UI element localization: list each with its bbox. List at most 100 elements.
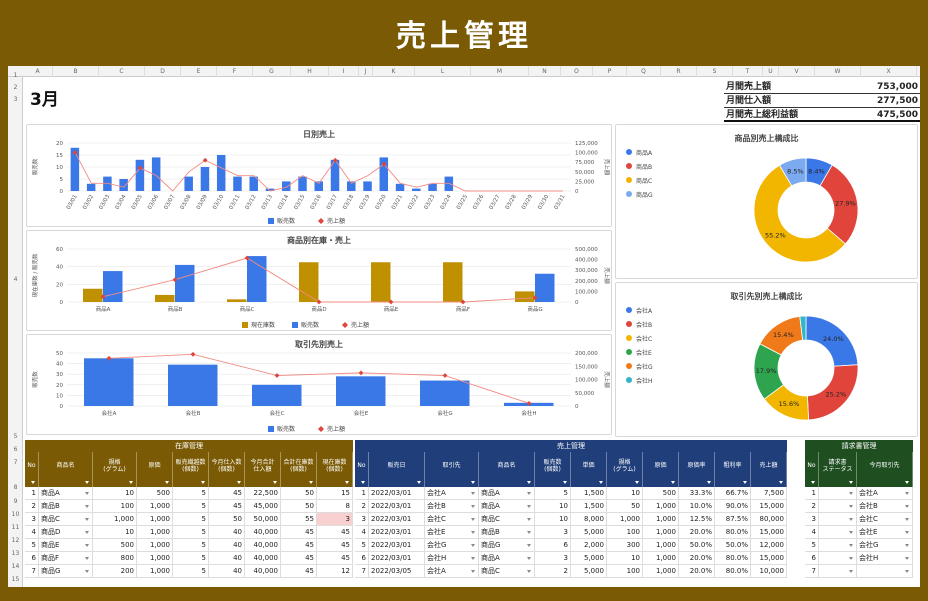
column-header-cell[interactable]: 商品名 (39, 452, 93, 479)
table-cell[interactable]: 45,000 (245, 500, 281, 512)
column-header[interactable]: G (253, 66, 291, 77)
row-header[interactable]: 9 (8, 498, 23, 505)
column-header-cell[interactable]: No (25, 452, 39, 479)
table-cell[interactable]: 1,000 (137, 526, 173, 538)
table-cell[interactable]: 7 (25, 565, 39, 577)
table-cell[interactable]: 20.0% (679, 526, 715, 538)
column-header[interactable]: H (291, 66, 329, 77)
table-cell[interactable]: 90.0% (715, 500, 751, 512)
filter-button[interactable] (245, 479, 281, 487)
column-header-cell[interactable]: 規格 (グラム) (93, 452, 137, 479)
table-cell[interactable]: 40 (209, 526, 245, 538)
filter-button[interactable] (369, 479, 425, 487)
table-cell[interactable]: 5 (173, 500, 209, 512)
table-cell[interactable] (819, 526, 857, 538)
filter-button[interactable] (281, 479, 317, 487)
filter-button[interactable] (317, 479, 353, 487)
table-cell[interactable]: 2022/03/01 (369, 526, 425, 538)
row-header[interactable]: 7 (8, 459, 23, 466)
table-cell[interactable]: 10 (535, 500, 571, 512)
table-cell[interactable]: 1 (355, 487, 369, 499)
table-row[interactable]: 7 商品G 200 1,000 5 40 40,000 45 12 (25, 565, 353, 578)
table-row[interactable]: 3 会社C (805, 513, 913, 526)
column-header[interactable]: L (415, 66, 471, 77)
table-row[interactable]: 2 商品B 100 1,000 5 45 45,000 50 8 (25, 500, 353, 513)
table-cell[interactable]: 3 (535, 552, 571, 564)
table-cell[interactable]: 1 (25, 487, 39, 499)
table-cell[interactable]: 会社C (857, 513, 913, 525)
table-cell[interactable]: 50 (607, 500, 643, 512)
table-cell[interactable]: 20.0% (679, 565, 715, 577)
table-cell[interactable]: 会社B (857, 500, 913, 512)
table-row[interactable]: 6 会社H (805, 552, 913, 565)
table-cell[interactable]: 50.0% (679, 539, 715, 551)
column-header[interactable]: K (373, 66, 415, 77)
table-cell[interactable]: 33.3% (679, 487, 715, 499)
table-cell[interactable]: 商品A (479, 500, 535, 512)
table-cell[interactable]: 1 (805, 487, 819, 499)
row-header[interactable]: 2 (8, 84, 23, 91)
table-cell[interactable]: 6 (805, 552, 819, 564)
table-cell[interactable]: 15 (317, 487, 353, 499)
table-cell[interactable]: 40,000 (245, 565, 281, 577)
table-cell[interactable]: 12.5% (679, 513, 715, 525)
table-cell[interactable]: 商品B (479, 526, 535, 538)
table-row[interactable]: 4 2022/03/01 会社E 商品B 3 5,000 100 1,000 20.0% 80.0… (355, 526, 787, 539)
table-cell[interactable]: 10,000 (751, 565, 787, 577)
table-cell[interactable]: 40 (209, 565, 245, 577)
table-cell[interactable]: 800 (93, 552, 137, 564)
table-cell[interactable]: 1,500 (571, 500, 607, 512)
column-header[interactable]: S (697, 66, 733, 77)
table-row[interactable]: 6 2022/03/01 会社H 商品A 3 5,000 10 1,000 20.0% 80.0%… (355, 552, 787, 565)
table-cell[interactable]: 55 (281, 513, 317, 525)
column-header-cell[interactable]: 売上額 (751, 452, 787, 479)
filter-button[interactable] (209, 479, 245, 487)
table-row[interactable]: 2 会社B (805, 500, 913, 513)
client-share-chart[interactable]: 取引先別売上構成比 会社A 会社B 会社C 会社E 会社G 会社H 24.0% 25.2% 1… (615, 282, 918, 437)
table-cell[interactable]: 100 (607, 565, 643, 577)
filter-button[interactable] (93, 479, 137, 487)
column-header-cell[interactable]: No (805, 452, 819, 479)
table-cell[interactable]: 40,000 (245, 526, 281, 538)
table-cell[interactable]: 40,000 (245, 539, 281, 551)
table-cell[interactable]: 商品A (39, 487, 93, 499)
table-cell[interactable]: 1,000 (137, 500, 173, 512)
table-cell[interactable]: 100 (607, 526, 643, 538)
table-cell[interactable]: 100 (93, 500, 137, 512)
table-cell[interactable]: 商品C (479, 565, 535, 577)
filter-button[interactable] (679, 479, 715, 487)
table-cell[interactable]: 3 (805, 513, 819, 525)
filter-button[interactable] (173, 479, 209, 487)
table-cell[interactable]: 会社C (425, 513, 479, 525)
row-header[interactable]: 14 (8, 563, 23, 570)
table-cell[interactable]: 1,000 (137, 552, 173, 564)
table-cell[interactable]: 80.0% (715, 526, 751, 538)
table-row[interactable]: 2 2022/03/01 会社B 商品A 10 1,500 50 1,000 10.0% 90.0… (355, 500, 787, 513)
column-header-cell[interactable]: 原価 (643, 452, 679, 479)
table-cell[interactable]: 20.0% (679, 552, 715, 564)
column-header[interactable]: B (53, 66, 99, 77)
row-header[interactable]: 5 (8, 433, 23, 440)
table-row[interactable]: 4 会社E (805, 526, 913, 539)
table-row[interactable]: 3 2022/03/01 会社C 商品C 10 8,000 1,000 1,000 12.5% 8… (355, 513, 787, 526)
table-cell[interactable]: 10 (607, 487, 643, 499)
column-header[interactable]: F (217, 66, 253, 77)
column-header[interactable]: A (23, 66, 53, 77)
table-row[interactable]: 5 2022/03/01 会社G 商品G 6 2,000 300 1,000 50.0% 50.0… (355, 539, 787, 552)
column-header-cell[interactable]: 商品名 (479, 452, 535, 479)
table-cell[interactable] (819, 565, 857, 577)
table-cell[interactable]: 5,000 (571, 565, 607, 577)
month-label[interactable]: 3月 (30, 85, 59, 110)
table-cell[interactable]: 会社G (425, 539, 479, 551)
column-header[interactable]: Q (627, 66, 661, 77)
filter-button[interactable] (535, 479, 571, 487)
column-header[interactable]: J (359, 66, 373, 77)
table-cell[interactable]: 2022/03/01 (369, 552, 425, 564)
inventory-table[interactable]: 在庫管理 No 商品名 規格 (グラム) 原価 販売繊越数 (個数) 今月仕入数 (個数) 今月合計… (25, 440, 353, 578)
table-cell[interactable]: 商品E (39, 539, 93, 551)
table-cell[interactable]: 5 (173, 565, 209, 577)
column-header-cell[interactable]: 現在庫数 (個数) (317, 452, 353, 479)
table-cell[interactable] (819, 552, 857, 564)
table-cell[interactable]: 15,000 (751, 500, 787, 512)
filter-button[interactable] (715, 479, 751, 487)
